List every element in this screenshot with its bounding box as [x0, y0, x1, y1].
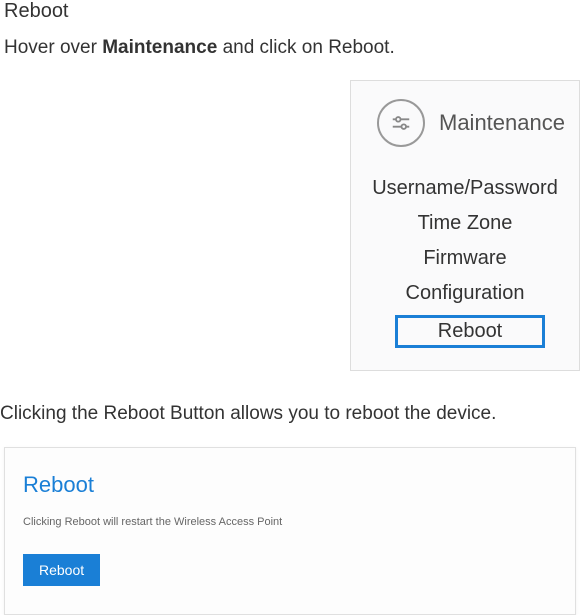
reboot-panel-description: Clicking Reboot will restart the Wireles… [23, 516, 557, 528]
instruction-text: Hover over Maintenance and click on Rebo… [0, 31, 580, 80]
instruction-bold: Maintenance [102, 37, 217, 58]
reboot-panel-title: Reboot [23, 472, 557, 498]
menu-item-username-password[interactable]: Username/Password [369, 175, 561, 202]
reboot-button[interactable]: Reboot [23, 554, 100, 586]
instruction-prefix: Hover over [4, 37, 102, 58]
maintenance-header[interactable]: Maintenance [369, 99, 579, 147]
menu-item-configuration[interactable]: Configuration [369, 280, 561, 307]
menu-item-time-zone[interactable]: Time Zone [369, 210, 561, 237]
settings-icon [377, 99, 425, 147]
menu-item-firmware[interactable]: Firmware [369, 245, 561, 272]
reboot-panel: Reboot Clicking Reboot will restart the … [4, 447, 576, 615]
maintenance-menu-screenshot: Maintenance Username/Password Time Zone … [350, 80, 580, 371]
page-title: Reboot [0, 0, 580, 31]
instruction-suffix: and click on Reboot. [217, 37, 394, 58]
post-instruction-text: Clicking the Reboot Button allows you to… [0, 371, 580, 448]
maintenance-label: Maintenance [439, 110, 565, 136]
menu-item-reboot[interactable]: Reboot [395, 315, 545, 348]
menu-items: Username/Password Time Zone Firmware Con… [369, 175, 579, 348]
